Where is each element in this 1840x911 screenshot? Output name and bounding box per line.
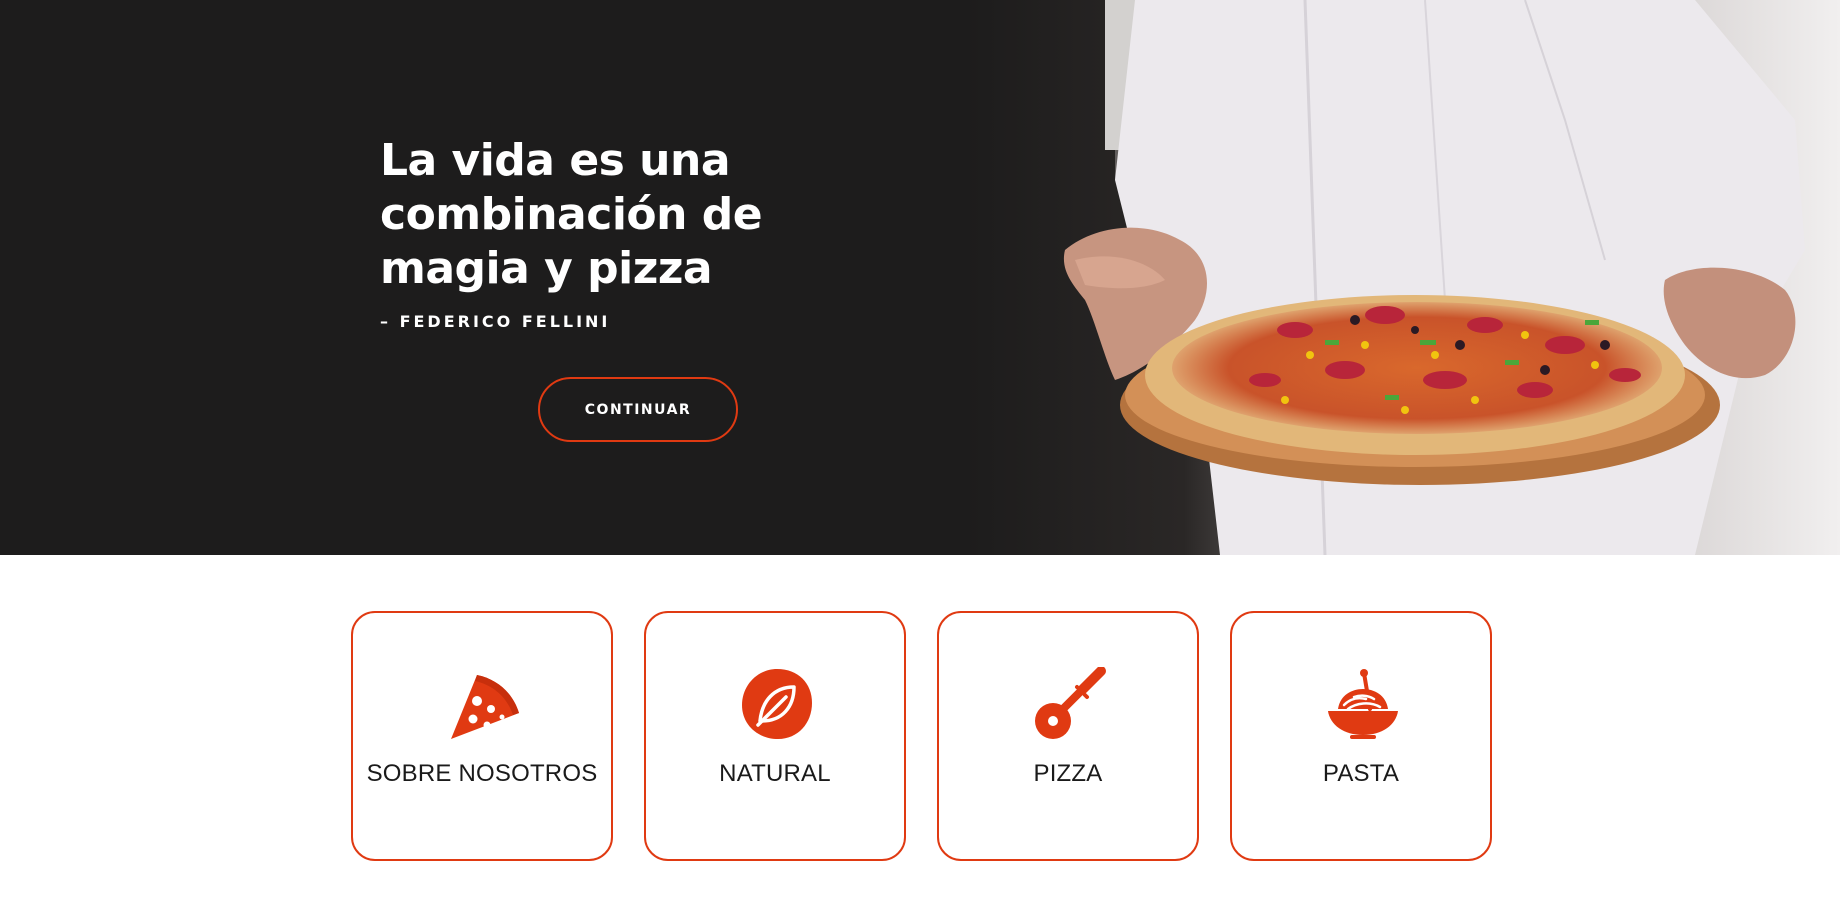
hero-quote: La vida es una combinación de magia y pi…: [380, 135, 763, 294]
card-label: SOBRE NOSOTROS: [366, 760, 598, 787]
card-pizza[interactable]: PIZZA: [937, 611, 1199, 861]
chef-holding-pizza-image: [965, 0, 1840, 555]
continue-button[interactable]: CONTINUAR: [538, 377, 738, 442]
hero-banner: La vida es una combinación de magia y pi…: [0, 0, 1840, 555]
pizza-cutter-icon: [1033, 667, 1107, 741]
pizza-slice-icon: [447, 667, 521, 741]
quote-block: La vida es una combinación de magia y pi…: [380, 134, 900, 331]
quote-author: – FEDERICO FELLINI: [380, 312, 611, 331]
category-cards: SOBRE NOSOTROS NATURAL PIZZA PASTA: [351, 611, 1492, 861]
card-label: PIZZA: [1033, 760, 1103, 787]
card-label: PASTA: [1322, 760, 1400, 787]
card-pasta[interactable]: PASTA: [1230, 611, 1492, 861]
card-sobre-nosotros[interactable]: SOBRE NOSOTROS: [351, 611, 613, 861]
pasta-bowl-icon: [1326, 667, 1400, 741]
card-label: NATURAL: [719, 760, 831, 787]
card-natural[interactable]: NATURAL: [644, 611, 906, 861]
leaf-icon: [740, 667, 814, 741]
